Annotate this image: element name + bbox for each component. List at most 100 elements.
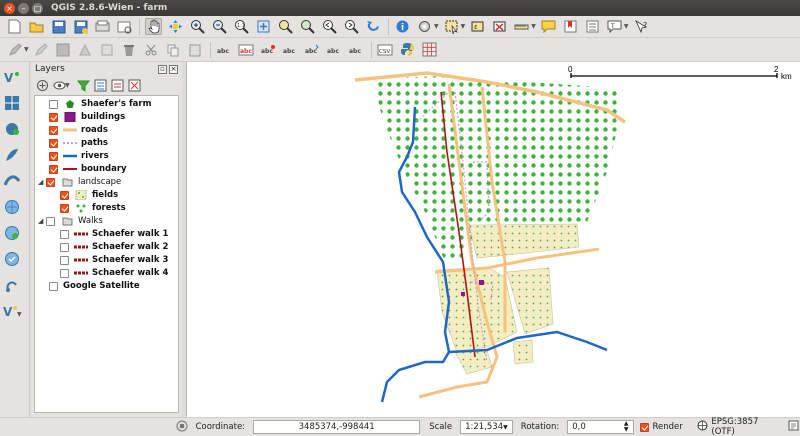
pencil-icon[interactable] <box>6 41 23 58</box>
label-show-icon[interactable]: abc <box>282 41 299 58</box>
chevron-down-icon[interactable]: ▼ <box>65 82 70 89</box>
layer-schaefer-walk-3[interactable]: Schaefer walk 3 <box>60 254 168 266</box>
messages-icon[interactable] <box>176 420 190 435</box>
remove-layer-icon[interactable] <box>128 78 142 92</box>
add-delimited-text-icon[interactable] <box>2 276 22 294</box>
deselect-all-icon[interactable] <box>491 18 508 35</box>
layer-fields[interactable]: fields <box>60 189 118 201</box>
new-project-icon[interactable] <box>6 18 23 35</box>
select-by-expression-icon[interactable]: ε <box>469 18 486 35</box>
layer-visibility-checkbox[interactable] <box>49 151 58 161</box>
layer-buildings[interactable]: buildings <box>49 111 125 123</box>
message-log-icon[interactable] <box>788 420 800 434</box>
zoom-native-resolution-icon[interactable]: 1:1 <box>233 18 250 35</box>
measure-icon[interactable] <box>513 18 530 35</box>
pan-map-icon[interactable] <box>145 18 162 35</box>
layer-visibility-checkbox[interactable] <box>60 268 69 278</box>
filter-legend-icon[interactable] <box>77 78 91 92</box>
group-landscape[interactable]: ◢ landscape <box>38 176 121 188</box>
pan-to-selection-icon[interactable] <box>167 18 184 35</box>
close-window-button[interactable]: × <box>4 2 15 14</box>
text-annotation-icon[interactable]: T <box>606 18 623 35</box>
layer-labeling-icon[interactable]: abc <box>238 41 255 58</box>
add-raster-layer-icon[interactable] <box>2 94 22 112</box>
add-spatialite-layer-icon[interactable] <box>2 146 22 164</box>
layer-visibility-checkbox[interactable] <box>60 242 69 252</box>
layer-google-satellite[interactable]: Google Satellite <box>49 280 140 292</box>
add-mssql-layer-icon[interactable] <box>2 172 22 190</box>
paste-icon[interactable] <box>187 41 204 58</box>
layer-visibility-checkbox[interactable] <box>49 138 58 148</box>
expand-all-icon[interactable] <box>94 78 108 92</box>
add-postgis-layer-icon[interactable] <box>2 120 22 138</box>
collapse-all-icon[interactable] <box>111 78 125 92</box>
add-group-icon[interactable] <box>35 78 49 92</box>
layer-visibility-checkbox[interactable] <box>60 203 69 213</box>
zoom-full-icon[interactable] <box>255 18 272 35</box>
layer-shaefers-farm[interactable]: Shaefer's farm <box>49 98 151 110</box>
new-shapefile-icon[interactable]: V ▼ <box>2 302 22 320</box>
add-wfs-layer-icon[interactable] <box>2 250 22 268</box>
manage-visibility-icon[interactable] <box>52 78 66 92</box>
crs-status[interactable]: EPSG:3857 (OTF) <box>711 417 782 436</box>
render-checkbox[interactable] <box>639 422 649 432</box>
layer-visibility-checkbox[interactable] <box>49 125 58 135</box>
zoom-last-icon[interactable] <box>321 18 338 35</box>
save-project-icon[interactable] <box>50 18 67 35</box>
layer-visibility-checkbox[interactable] <box>60 190 69 200</box>
layer-schaefer-walk-2[interactable]: Schaefer walk 2 <box>60 241 168 253</box>
copy-icon[interactable] <box>165 41 182 58</box>
layer-roads[interactable]: roads <box>49 124 108 136</box>
chevron-down-icon[interactable]: ▼ <box>624 23 629 30</box>
crs-globe-icon[interactable] <box>697 420 709 434</box>
zoom-next-icon[interactable] <box>343 18 360 35</box>
group-visibility-checkbox[interactable] <box>46 216 55 226</box>
layer-rivers[interactable]: rivers <box>49 150 109 162</box>
rotation-spinbox[interactable]: 0,0 ▲ ▼ <box>567 420 634 434</box>
chevron-down-icon[interactable]: ▼ <box>24 46 29 53</box>
open-project-icon[interactable] <box>28 18 45 35</box>
layer-paths[interactable]: paths <box>49 137 108 149</box>
plugin-grid-icon[interactable] <box>421 41 438 58</box>
move-feature-icon[interactable] <box>99 41 116 58</box>
layer-visibility-checkbox[interactable] <box>60 229 69 239</box>
float-panel-button[interactable]: ▫ <box>158 64 167 74</box>
refresh-icon[interactable] <box>365 18 382 35</box>
zoom-in-icon[interactable] <box>189 18 206 35</box>
group-visibility-checkbox[interactable] <box>46 177 55 187</box>
chevron-down-icon[interactable]: ▼ <box>461 23 466 30</box>
zoom-out-icon[interactable] <box>211 18 228 35</box>
run-feature-action-icon[interactable] <box>416 18 433 35</box>
maximize-window-button[interactable]: □ <box>32 2 43 14</box>
new-bookmark-icon[interactable] <box>562 18 579 35</box>
toggle-editing-icon[interactable] <box>33 41 50 58</box>
label-move-icon[interactable]: abc <box>304 41 321 58</box>
layer-visibility-checkbox[interactable] <box>49 112 58 122</box>
layer-schaefer-walk-4[interactable]: Schaefer walk 4 <box>60 267 168 279</box>
save-as-icon[interactable] <box>72 18 89 35</box>
map-canvas[interactable]: 0 2 km <box>186 62 800 417</box>
identify-features-icon[interactable]: i <box>394 18 411 35</box>
label-abc-icon[interactable]: abc <box>216 41 233 58</box>
add-feature-icon[interactable] <box>77 41 94 58</box>
delete-icon[interactable] <box>121 41 138 58</box>
python-console-icon[interactable] <box>399 41 416 58</box>
layer-schaefer-walk-1[interactable]: Schaefer walk 1 <box>60 228 168 240</box>
map-tips-icon[interactable] <box>540 18 557 35</box>
layer-boundary[interactable]: boundary <box>49 163 127 175</box>
layer-visibility-checkbox[interactable] <box>49 164 58 174</box>
layer-visibility-checkbox[interactable] <box>49 99 58 109</box>
collapse-arrow-icon[interactable]: ◢ <box>38 217 46 225</box>
layer-visibility-checkbox[interactable] <box>49 281 58 291</box>
layer-visibility-checkbox[interactable] <box>60 255 69 265</box>
chevron-down-icon[interactable]: ▼ <box>531 23 536 30</box>
minimize-window-button[interactable]: – <box>18 2 29 14</box>
save-edits-icon[interactable] <box>55 41 72 58</box>
close-panel-button[interactable]: × <box>169 64 178 74</box>
label-pin-icon[interactable]: abc <box>260 41 277 58</box>
zoom-to-selection-icon[interactable] <box>277 18 294 35</box>
cut-icon[interactable] <box>143 41 160 58</box>
coordinate-field[interactable]: 3485374,-998441 <box>253 420 421 434</box>
label-rotate-icon[interactable]: abc <box>326 41 343 58</box>
collapse-arrow-icon[interactable]: ◢ <box>38 178 46 186</box>
